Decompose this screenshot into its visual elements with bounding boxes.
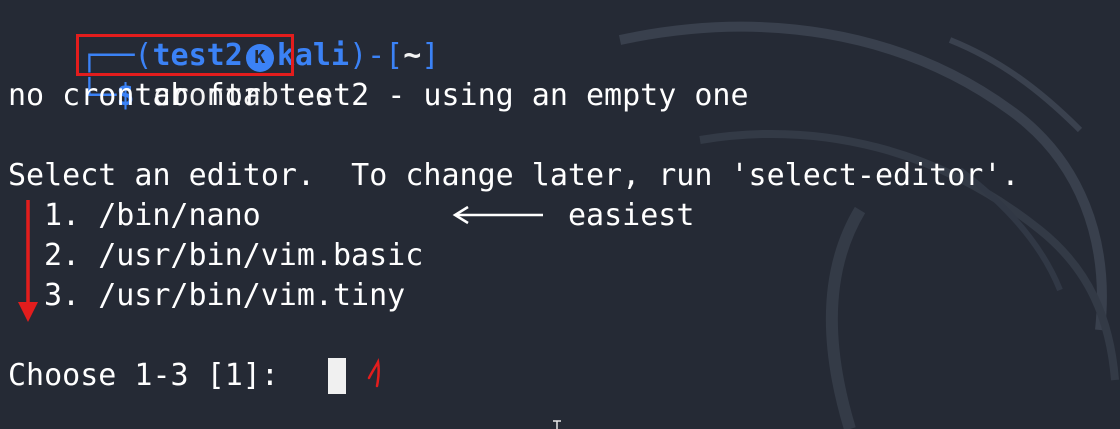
output-line-no-crontab: no crontab for test2 - using an empty on… — [8, 78, 749, 113]
output-line-select-editor: Select an editor. To change later, run '… — [8, 158, 1020, 193]
annotation-easiest-label: easiest — [568, 198, 695, 233]
prompt-header-line: ┌──(test2 Kkali)-[~] — [8, 0, 439, 73]
option-number: 1. — [44, 198, 81, 233]
text-cursor[interactable] — [328, 358, 346, 394]
editor-option-2: 2. /usr/bin/vim.basic — [44, 236, 423, 276]
choose-prompt: Choose 1-3 [1]: — [8, 358, 297, 393]
prompt-dir: ~ — [403, 38, 422, 73]
option-path: /usr/bin/vim.basic — [98, 238, 424, 273]
editor-option-1: 1. /bin/nano — [44, 196, 261, 236]
terminal-window[interactable]: ┌──(test2 Kkali)-[~] └─$ crontab -e no cr… — [0, 0, 1120, 429]
command-highlight-box — [76, 34, 294, 76]
option-number: 3. — [44, 278, 81, 313]
option-number: 2. — [44, 238, 81, 273]
editor-option-3: 3. /usr/bin/vim.tiny — [44, 276, 405, 316]
option-path: /usr/bin/vim.tiny — [98, 278, 406, 313]
prompt-dir-close: ] — [421, 38, 440, 73]
prompt-dir-open: )-[ — [349, 38, 404, 73]
option-path: /bin/nano — [98, 198, 261, 233]
